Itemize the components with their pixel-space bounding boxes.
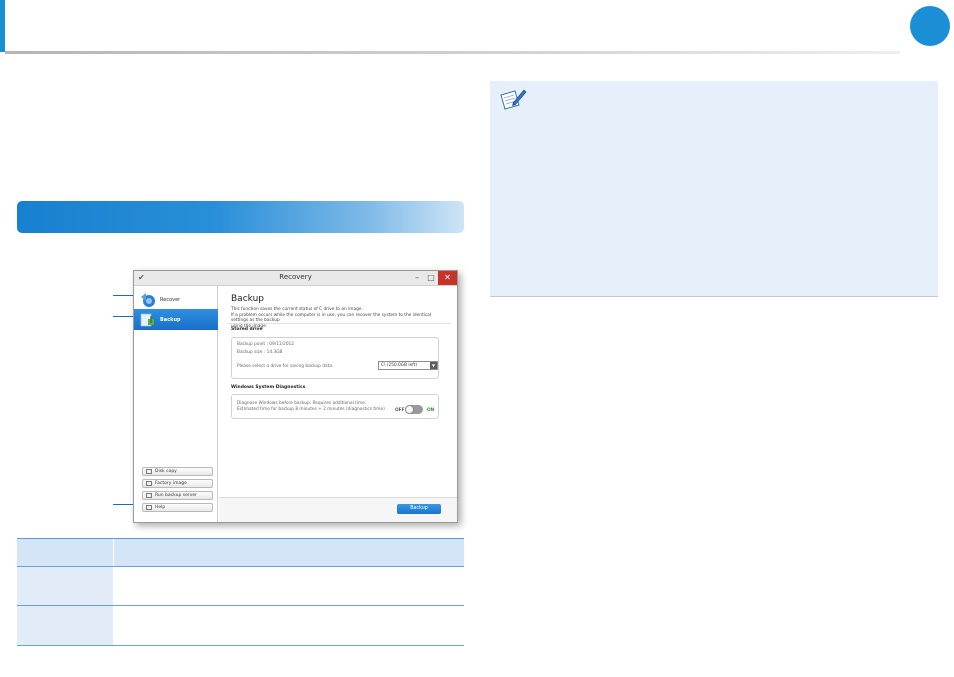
table-row xyxy=(17,606,464,646)
factory-image-button[interactable]: Factory image xyxy=(142,479,213,488)
minimize-button[interactable]: – xyxy=(410,271,424,285)
button-label: Factory image xyxy=(155,481,187,486)
table-header xyxy=(17,538,464,566)
table-cell xyxy=(113,567,464,605)
diagnostics-panel: Diagnose Windows before backup. Requires… xyxy=(231,394,439,419)
recover-icon xyxy=(141,293,155,307)
note-box xyxy=(490,81,938,297)
sidebar: Recover Backup Disk copy Factory image R… xyxy=(134,286,218,522)
backup-icon xyxy=(140,313,154,327)
diagnostics-line2: Estimated time for backup 8 minutes + 2 … xyxy=(237,407,385,412)
backup-size: Backup size : 14.3GB xyxy=(237,350,283,355)
chevron-down-icon: ▼ xyxy=(430,362,437,369)
main-panel: Backup This function saves the current s… xyxy=(219,286,457,522)
toggle-on-label: ON xyxy=(427,408,435,413)
stored-drive-title: Stored drive xyxy=(231,327,263,332)
run-backup-server-button[interactable]: Run backup server xyxy=(142,491,213,500)
button-label: Run backup server xyxy=(155,493,197,498)
toggle-knob[interactable] xyxy=(405,405,414,414)
table-cell xyxy=(17,606,113,645)
header-cell xyxy=(113,539,464,566)
panel-description: This function saves the current status o… xyxy=(231,307,446,329)
sidebar-item-label: Backup xyxy=(160,317,181,323)
button-label: Help xyxy=(155,505,166,510)
backup-button[interactable]: Backup xyxy=(397,504,441,514)
header-rule xyxy=(5,51,900,54)
diagnostics-title: Windows System Diagnostics xyxy=(231,385,306,390)
table-cell xyxy=(113,606,464,645)
help-button[interactable]: Help xyxy=(142,503,213,512)
recovery-window: ✔ Recovery – □ ✕ Recover Backup Disk cop… xyxy=(133,270,458,523)
header-accent-bar xyxy=(0,0,5,52)
drive-select-value: C\ (250.0GB left) xyxy=(381,363,418,368)
header-cell xyxy=(17,539,113,566)
help-icon xyxy=(146,505,152,510)
section-title-bar xyxy=(17,201,464,233)
diagnostics-line1: Diagnose Windows before backup. Requires… xyxy=(237,401,367,406)
description-line: using the image. xyxy=(231,323,268,329)
stored-drive-panel: Backup point : 09/11/2012 Backup size : … xyxy=(231,337,439,379)
maximize-button[interactable]: □ xyxy=(424,271,438,285)
backup-point: Backup point : 09/11/2012 xyxy=(237,342,295,347)
toggle-off-label: OFF xyxy=(395,408,405,413)
backup-server-icon xyxy=(146,493,152,498)
sidebar-item-backup[interactable]: Backup xyxy=(134,309,218,330)
table-row xyxy=(17,566,464,606)
sidebar-item-recover[interactable]: Recover xyxy=(134,289,218,310)
drive-select[interactable]: C\ (250.0GB left) ▼ xyxy=(378,361,438,370)
divider xyxy=(227,323,451,324)
button-label: Disk copy xyxy=(155,469,177,474)
panel-heading: Backup xyxy=(231,294,264,304)
disk-copy-button[interactable]: Disk copy xyxy=(142,467,213,476)
description-table xyxy=(17,538,464,646)
factory-image-icon xyxy=(146,481,152,486)
table-cell xyxy=(17,567,113,605)
disk-copy-icon xyxy=(146,469,152,474)
sidebar-item-label: Recover xyxy=(160,297,181,303)
note-pencil-icon xyxy=(500,89,527,110)
drive-prompt: Please select a drive for saving backup … xyxy=(237,364,334,369)
manual-page: ✔ Recovery – □ ✕ Recover Backup Disk cop… xyxy=(0,0,954,677)
panel-footer: Backup xyxy=(219,497,457,522)
window-titlebar: ✔ Recovery – □ ✕ xyxy=(134,271,457,286)
close-button[interactable]: ✕ xyxy=(438,271,457,285)
page-number-badge xyxy=(910,6,950,46)
diagnostics-toggle[interactable] xyxy=(405,405,423,414)
window-title: Recovery xyxy=(279,273,312,281)
